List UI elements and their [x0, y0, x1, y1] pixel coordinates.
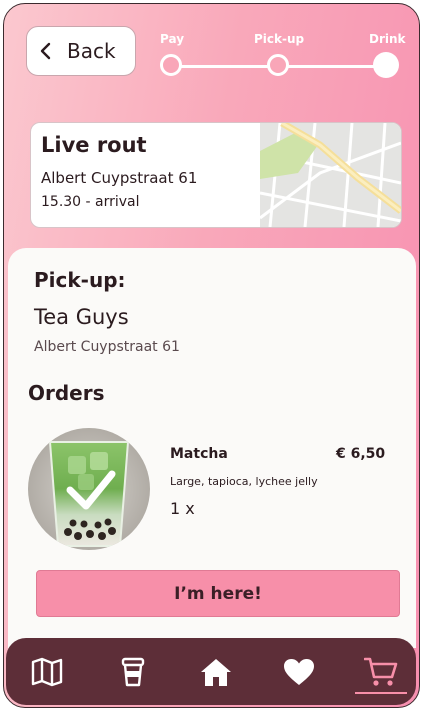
map-icon: [31, 657, 63, 686]
cup-icon: [121, 657, 145, 686]
route-title: Live rout: [41, 133, 147, 157]
item-price: € 6,50: [336, 446, 386, 462]
active-tab-indicator: [355, 692, 407, 694]
tab-map[interactable]: [24, 638, 70, 705]
bottom-tab-bar: [6, 638, 416, 705]
cart-icon: [364, 657, 398, 686]
home-icon: [201, 658, 231, 686]
pickup-heading: Pick-up:: [34, 268, 126, 292]
step-dot-pay: [160, 54, 182, 76]
map-thumbnail[interactable]: [260, 123, 401, 227]
heart-icon: [284, 658, 314, 685]
item-name: Matcha: [170, 446, 228, 462]
item-quantity: 1 x: [170, 499, 195, 518]
route-address: Albert Cuypstraat 61: [41, 169, 198, 187]
back-button[interactable]: Back: [26, 26, 136, 76]
chevron-left-icon: [40, 42, 51, 60]
tab-home[interactable]: [193, 638, 239, 705]
route-arrival: 15.30 - arrival: [41, 194, 140, 210]
tab-drinks[interactable]: [110, 638, 156, 705]
step-dot-pickup: [267, 54, 289, 76]
matcha-drink-image: [28, 428, 150, 550]
orders-heading: Orders: [28, 381, 105, 405]
live-route-card[interactable]: Live rout Albert Cuypstraat 61 15.30 - a…: [30, 122, 402, 228]
step-label-pickup: Pick-up: [254, 32, 305, 46]
pickup-shop-name: Tea Guys: [34, 305, 129, 329]
pickup-address: Albert Cuypstraat 61: [34, 339, 180, 355]
step-dot-drink: [373, 52, 399, 78]
tab-cart[interactable]: [358, 638, 404, 705]
phone-frame: Back Pay Pick-up Drink Live rout Albert …: [3, 3, 420, 708]
tab-favorites[interactable]: [276, 638, 322, 705]
im-here-button[interactable]: I’m here!: [36, 570, 400, 617]
back-label: Back: [67, 39, 116, 63]
order-sheet: Pick-up: Tea Guys Albert Cuypstraat 61 O…: [8, 248, 416, 648]
step-label-pay: Pay: [160, 32, 185, 46]
item-options: Large, tapioca, lychee jelly: [170, 475, 318, 488]
step-label-drink: Drink: [369, 32, 406, 46]
